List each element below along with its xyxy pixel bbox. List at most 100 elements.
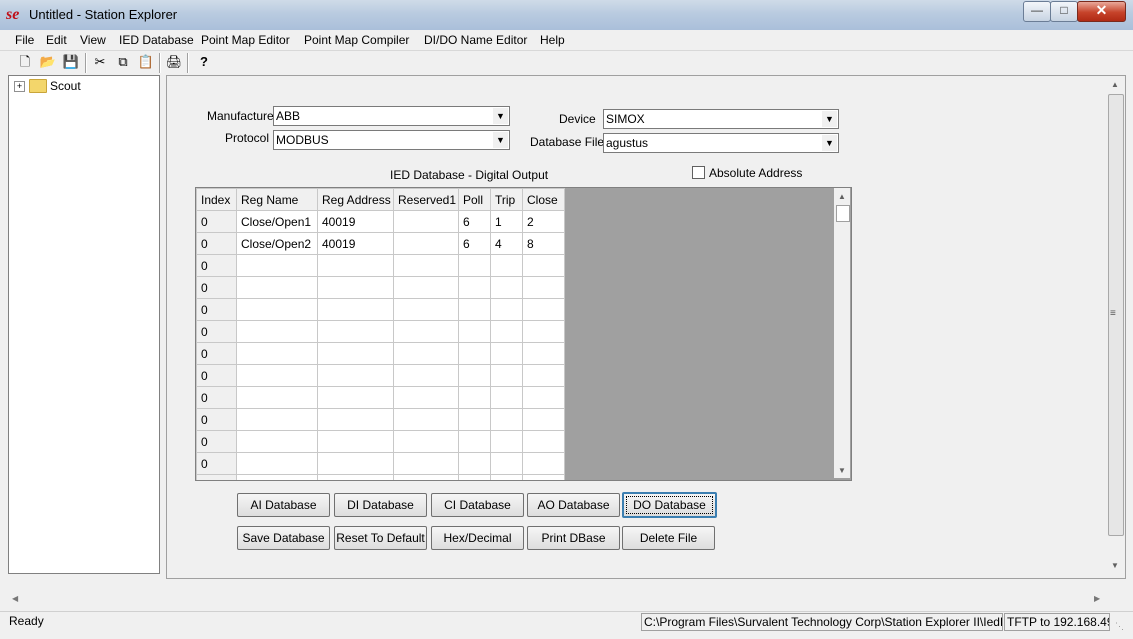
print-icon[interactable]: 🖨 xyxy=(165,53,183,71)
grid-cell[interactable]: Close/Open1 xyxy=(236,210,318,233)
database-file-combobox[interactable]: agustus ▼ xyxy=(603,133,839,153)
grid-cell[interactable]: 2 xyxy=(522,210,565,233)
scroll-down-icon[interactable]: ▼ xyxy=(1107,561,1123,570)
new-icon[interactable]: 🗋 xyxy=(16,53,34,71)
scroll-up-icon[interactable]: ▲ xyxy=(834,192,850,201)
grid-cell[interactable] xyxy=(317,364,394,387)
grid-cell[interactable]: Close/Open2 xyxy=(236,232,318,255)
delete-file-button[interactable]: Delete File xyxy=(622,526,715,550)
tree-expander[interactable]: + xyxy=(14,81,25,92)
grid-cell[interactable] xyxy=(393,452,459,475)
minimize-button[interactable]: — xyxy=(1023,1,1051,22)
grid-cell[interactable] xyxy=(522,408,565,431)
table-row[interactable] xyxy=(196,474,565,480)
grid-cell[interactable]: 6 xyxy=(458,210,491,233)
menu-view[interactable]: View xyxy=(80,32,106,48)
grid-cell[interactable] xyxy=(236,452,318,475)
chevron-down-icon[interactable]: ▼ xyxy=(493,132,508,148)
grid-cell[interactable] xyxy=(458,364,491,387)
grid-cell[interactable] xyxy=(522,452,565,475)
row-index-cell[interactable]: 0 xyxy=(196,430,237,453)
menu-point-map-compiler[interactable]: Point Map Compiler xyxy=(304,32,409,48)
scrollbar-thumb[interactable] xyxy=(836,205,850,222)
table-row[interactable]: 0 Close/Open2 40019 6 4 8 xyxy=(196,232,565,255)
grid-cell[interactable] xyxy=(522,474,565,480)
grid-cell[interactable] xyxy=(236,386,318,409)
scroll-up-icon[interactable]: ▲ xyxy=(1107,80,1123,89)
row-index-cell[interactable]: 0 xyxy=(196,254,237,277)
grid-cell[interactable] xyxy=(522,430,565,453)
menu-ied-database[interactable]: IED Database xyxy=(119,32,194,48)
grid-cell[interactable] xyxy=(317,320,394,343)
row-index-cell[interactable]: 0 xyxy=(196,364,237,387)
cut-icon[interactable]: ✂ xyxy=(91,53,109,71)
horizontal-scrollbar[interactable] xyxy=(8,590,1106,607)
grid-cell[interactable] xyxy=(317,254,394,277)
grid-cell[interactable] xyxy=(317,386,394,409)
grid-cell[interactable] xyxy=(236,276,318,299)
table-row[interactable]: 0 Close/Open1 40019 6 1 2 xyxy=(196,210,565,233)
grid-cell[interactable] xyxy=(490,320,523,343)
grid-cell[interactable] xyxy=(458,430,491,453)
grid-column-header[interactable]: Poll xyxy=(458,188,491,211)
row-index-cell[interactable]: 0 xyxy=(196,386,237,409)
grid-cell[interactable] xyxy=(458,298,491,321)
row-index-cell[interactable]: 0 xyxy=(196,408,237,431)
chevron-down-icon[interactable]: ▼ xyxy=(822,135,837,151)
grid-cell[interactable] xyxy=(490,298,523,321)
table-row[interactable]: 0 xyxy=(196,386,565,409)
grid-cell[interactable] xyxy=(393,408,459,431)
grid-cell[interactable] xyxy=(236,298,318,321)
table-row[interactable]: 0 xyxy=(196,364,565,387)
ci-database-button[interactable]: CI Database xyxy=(431,493,524,517)
ao-database-button[interactable]: AO Database xyxy=(527,493,620,517)
grid-cell[interactable]: 40019 xyxy=(317,210,394,233)
grid-cell[interactable] xyxy=(317,276,394,299)
grid-cell[interactable] xyxy=(490,364,523,387)
grid-cell[interactable] xyxy=(490,474,523,480)
grid-cell[interactable]: 4 xyxy=(490,232,523,255)
grid-cell[interactable] xyxy=(236,474,318,480)
grid-column-header[interactable]: Reg Name xyxy=(236,188,318,211)
row-index-cell[interactable]: 0 xyxy=(196,342,237,365)
grid-cell[interactable] xyxy=(490,276,523,299)
scroll-right-icon[interactable]: ▶ xyxy=(1094,594,1100,603)
grid-cell[interactable] xyxy=(236,342,318,365)
grid-cell[interactable] xyxy=(522,364,565,387)
grid-cell[interactable]: 40019 xyxy=(317,232,394,255)
grid-cell[interactable] xyxy=(458,276,491,299)
protocol-combobox[interactable]: MODBUS ▼ xyxy=(273,130,510,150)
chevron-down-icon[interactable]: ▼ xyxy=(822,111,837,127)
grid-cell[interactable] xyxy=(522,298,565,321)
absolute-address-checkbox[interactable] xyxy=(692,166,705,179)
grid-cell[interactable] xyxy=(393,254,459,277)
grid-cell[interactable] xyxy=(490,342,523,365)
grid-cell[interactable] xyxy=(393,430,459,453)
row-index-cell[interactable]: 0 xyxy=(196,232,237,255)
grid-cell[interactable] xyxy=(522,320,565,343)
grid-cell[interactable] xyxy=(393,276,459,299)
grid-cell[interactable] xyxy=(458,386,491,409)
app-icon[interactable]: se xyxy=(6,6,24,24)
di-database-button[interactable]: DI Database xyxy=(334,493,427,517)
grid-cell[interactable] xyxy=(490,408,523,431)
table-row[interactable]: 0 xyxy=(196,254,565,277)
scroll-down-icon[interactable]: ▼ xyxy=(834,466,850,475)
grid-cell[interactable] xyxy=(317,452,394,475)
grid-cell[interactable] xyxy=(458,452,491,475)
grid-cell[interactable] xyxy=(393,232,459,255)
ai-database-button[interactable]: AI Database xyxy=(237,493,330,517)
grid-cell[interactable] xyxy=(458,408,491,431)
row-index-cell[interactable]: 0 xyxy=(196,452,237,475)
grid-column-header[interactable]: Close xyxy=(522,188,565,211)
grid-cell[interactable] xyxy=(393,342,459,365)
table-row[interactable]: 0 xyxy=(196,430,565,453)
table-row[interactable]: 0 xyxy=(196,452,565,475)
tree-item-scout[interactable]: Scout xyxy=(50,79,81,93)
device-combobox[interactable]: SIMOX ▼ xyxy=(603,109,839,129)
grid-cell[interactable] xyxy=(236,364,318,387)
menu-help[interactable]: Help xyxy=(540,32,565,48)
help-icon[interactable]: ? xyxy=(195,53,213,71)
menu-edit[interactable]: Edit xyxy=(46,32,67,48)
do-database-grid[interactable]: Index Reg Name Reg Address Reserved1 Poll Tri… xyxy=(195,187,852,481)
